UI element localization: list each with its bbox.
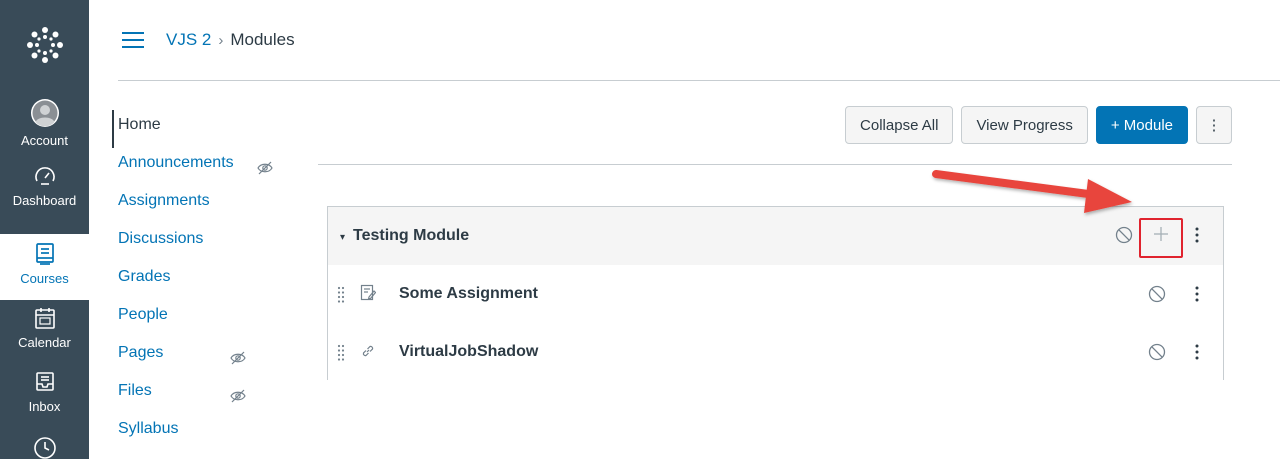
speedometer-icon <box>0 164 89 191</box>
course-nav-home[interactable]: Home <box>112 110 278 148</box>
assignment-icon <box>360 284 377 307</box>
nav-inbox[interactable]: Inbox <box>0 370 89 414</box>
item-more-icon[interactable] <box>1194 285 1200 308</box>
course-nav-label: Announcements <box>118 154 234 171</box>
highlight-box-annotation <box>1139 218 1183 258</box>
nav-calendar-label: Calendar <box>18 335 71 350</box>
module-item-title[interactable]: VirtualJobShadow <box>399 343 538 361</box>
module-item-row: Some Assignment <box>328 265 1223 324</box>
module-item-title[interactable]: Some Assignment <box>399 285 538 303</box>
collapse-all-button[interactable]: Collapse All <box>845 106 954 144</box>
course-nav-syllabus[interactable]: Syllabus <box>118 414 278 452</box>
nav-calendar[interactable]: Calendar <box>0 306 89 350</box>
course-nav-people[interactable]: People <box>118 300 278 338</box>
course-nav-label: Pages <box>118 344 164 361</box>
course-nav-label: People <box>118 306 168 323</box>
nav-history[interactable] <box>0 436 89 465</box>
unpublished-icon[interactable] <box>1148 285 1166 308</box>
nav-courses[interactable]: Courses <box>0 234 89 300</box>
course-nav-announcements[interactable]: Announcements <box>118 148 278 186</box>
add-module-button[interactable]: + Module <box>1095 106 1188 144</box>
inbox-icon <box>0 370 89 397</box>
item-more-icon[interactable] <box>1194 343 1200 366</box>
nav-account[interactable]: Account <box>0 98 89 148</box>
global-nav: Account Dashboard Courses Calendar Inbox <box>0 0 89 459</box>
user-avatar-icon <box>0 98 89 131</box>
course-nav-files[interactable]: Files <box>118 376 278 414</box>
breadcrumb-course-link[interactable]: VJS 2 <box>166 30 211 49</box>
eye-slash-icon <box>230 346 246 376</box>
book-icon <box>0 242 89 269</box>
eye-slash-icon <box>230 384 246 414</box>
module-more-icon[interactable] <box>1194 226 1200 249</box>
breadcrumb: VJS 2 › Modules <box>166 30 295 50</box>
drag-handle-icon[interactable] <box>337 285 345 308</box>
module-title[interactable]: Testing Module <box>353 227 469 245</box>
nav-inbox-label: Inbox <box>28 399 61 414</box>
course-nav-label: Discussions <box>118 230 204 247</box>
module-card: ▾ Testing Module Some Assignment Virtual… <box>327 206 1224 381</box>
unpublished-icon[interactable] <box>1148 343 1166 366</box>
course-nav-assignments[interactable]: Assignments <box>118 186 278 224</box>
course-nav-label: Files <box>118 382 152 399</box>
view-progress-button[interactable]: View Progress <box>961 106 1088 144</box>
modules-toolbar: Collapse All View Progress + Module ⋮ <box>845 106 1232 146</box>
course-nav-label: Syllabus <box>118 420 179 437</box>
hamburger-menu-icon[interactable] <box>122 31 144 49</box>
nav-dashboard-label: Dashboard <box>12 193 77 208</box>
nav-dashboard[interactable]: Dashboard <box>0 164 89 208</box>
drag-handle-icon[interactable] <box>337 343 345 366</box>
toolbar-more-button[interactable]: ⋮ <box>1196 106 1232 144</box>
course-nav-label: Grades <box>118 268 171 285</box>
module-item-row: VirtualJobShadow <box>328 323 1223 381</box>
course-nav-discussions[interactable]: Discussions <box>118 224 278 262</box>
breadcrumb-current: Modules <box>230 30 295 49</box>
red-arrow-annotation <box>932 170 1132 213</box>
course-nav-label: Assignments <box>118 192 210 209</box>
caret-down-icon[interactable]: ▾ <box>340 232 345 243</box>
unpublished-icon[interactable] <box>1115 226 1133 249</box>
link-icon <box>360 343 376 364</box>
canvas-logo-icon[interactable] <box>0 0 89 89</box>
calendar-icon <box>0 306 89 333</box>
eye-slash-icon <box>257 156 273 186</box>
page-header: VJS 2 › Modules <box>118 0 1280 81</box>
nav-courses-label: Courses <box>20 271 69 286</box>
course-nav-label: Home <box>118 116 161 133</box>
course-nav-grades[interactable]: Grades <box>118 262 278 300</box>
breadcrumb-separator: › <box>218 32 224 49</box>
nav-account-label: Account <box>21 133 68 148</box>
course-nav: Home Announcements Assignments Discussio… <box>112 110 278 452</box>
course-nav-pages[interactable]: Pages <box>118 338 278 376</box>
